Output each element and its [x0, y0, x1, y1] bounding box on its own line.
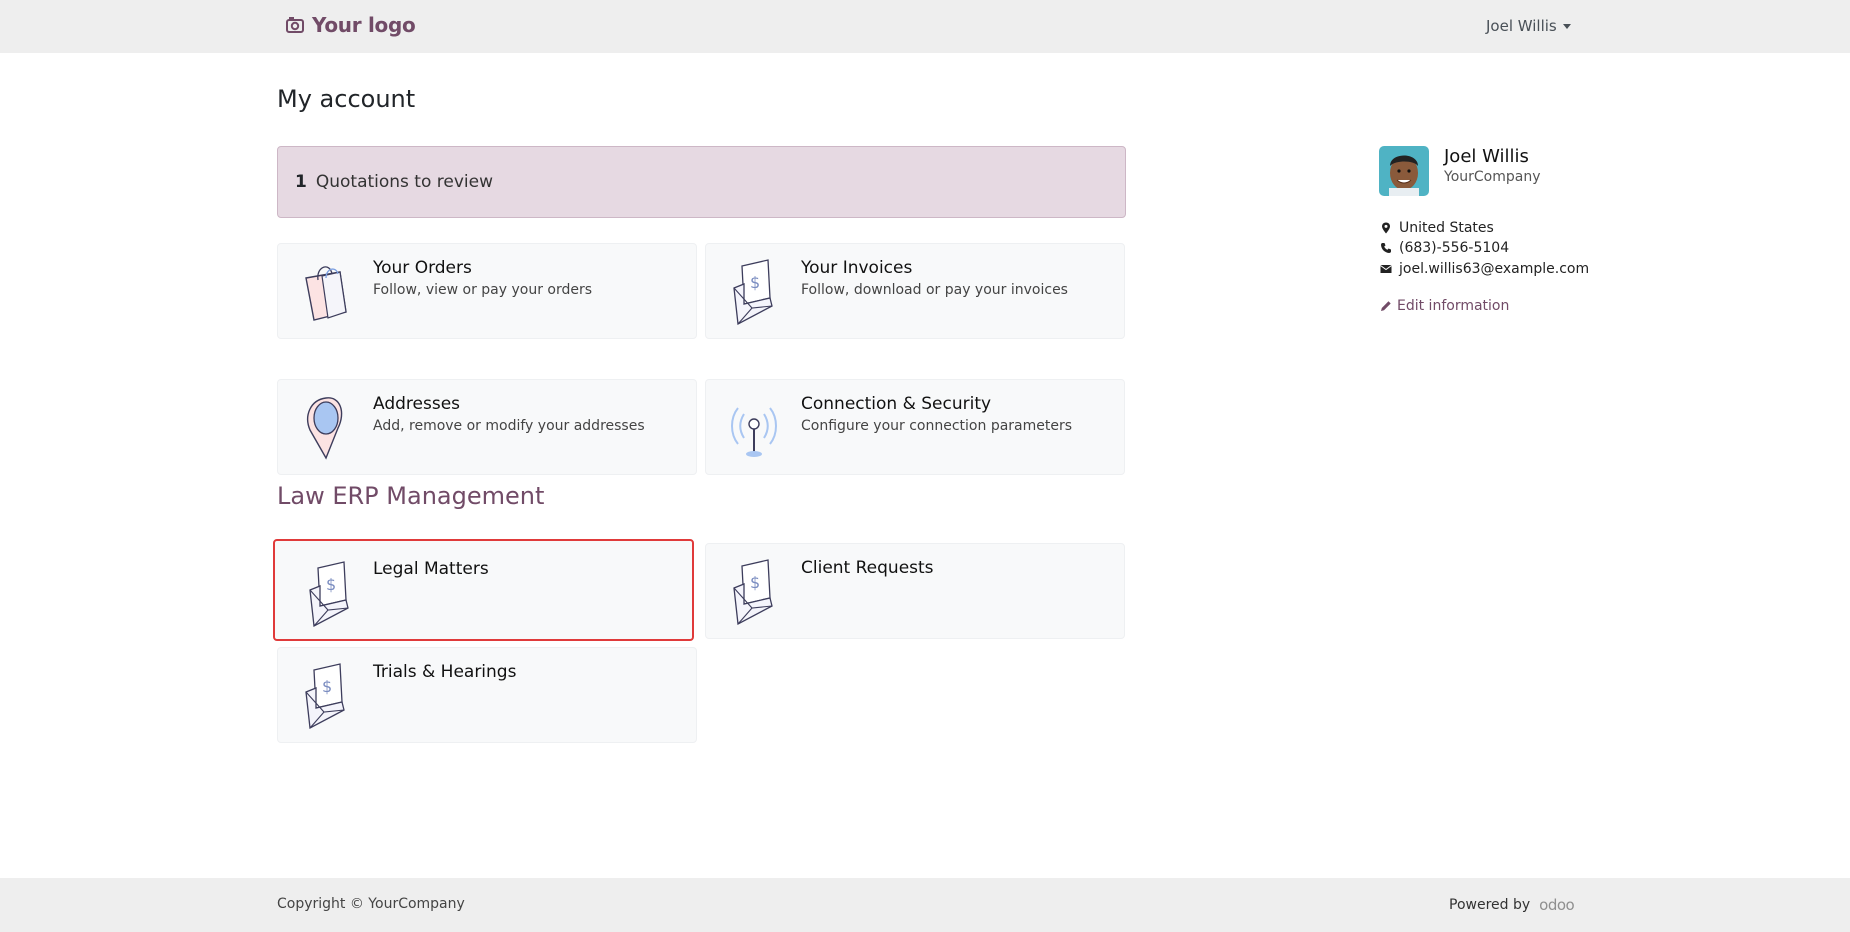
copyright-text: Copyright © YourCompany	[277, 896, 465, 912]
logo-link[interactable]: Your logo	[286, 13, 416, 37]
invoice-envelope-icon: $	[733, 559, 773, 626]
invoice-envelope-icon: $	[309, 561, 349, 628]
profile-phone-row: (683)-556-5104	[1380, 240, 1509, 256]
card-description: Configure your connection parameters	[801, 418, 1073, 434]
avatar	[1379, 146, 1429, 196]
logo-text: Your logo	[312, 13, 416, 37]
card-title: Your Invoices	[801, 258, 913, 278]
pencil-icon	[1381, 301, 1391, 311]
card-description: Follow, download or pay your invoices	[801, 282, 1068, 298]
profile-country-row: United States	[1380, 220, 1494, 236]
envelope-icon	[1380, 265, 1392, 273]
shopping-bag-icon	[305, 266, 347, 321]
profile-email: joel.willis63@example.com	[1399, 261, 1590, 277]
top-navbar: Your logo Joel Willis	[0, 0, 1850, 53]
edit-information-link[interactable]: Edit information	[1380, 298, 1509, 314]
card-description: Add, remove or modify your addresses	[373, 418, 645, 434]
map-marker-icon	[1382, 222, 1390, 234]
page-title: My account	[277, 85, 416, 113]
card-connection-security[interactable]: Connection & Security Configure your con…	[705, 379, 1125, 475]
profile-country: United States	[1399, 220, 1494, 236]
svg-text:$: $	[322, 677, 332, 696]
svg-text:$: $	[750, 273, 760, 292]
edit-information-label: Edit information	[1397, 298, 1510, 314]
user-dropdown[interactable]: Joel Willis	[1486, 17, 1571, 35]
card-legal-matters[interactable]: $ Legal Matters	[273, 539, 694, 641]
quotations-alert[interactable]: 1 Quotations to review	[277, 146, 1126, 218]
alert-text: Quotations to review	[315, 172, 493, 192]
caret-down-icon	[1562, 23, 1571, 29]
card-title: Trials & Hearings	[373, 662, 517, 682]
profile-phone: (683)-556-5104	[1399, 240, 1510, 256]
svg-text:$: $	[750, 573, 760, 592]
invoice-envelope-icon: $	[733, 259, 773, 326]
card-client-requests[interactable]: $ Client Requests	[705, 543, 1125, 639]
alert-count: 1	[295, 172, 307, 192]
card-title: Addresses	[373, 394, 461, 414]
card-addresses[interactable]: Addresses Add, remove or modify your add…	[277, 379, 697, 475]
profile-email-row: joel.willis63@example.com	[1380, 261, 1589, 277]
user-name: Joel Willis	[1486, 17, 1557, 35]
footer: Copyright © YourCompany Powered by odoo	[0, 878, 1850, 932]
powered-by: Powered by odoo	[1449, 896, 1575, 914]
card-title: Legal Matters	[373, 559, 489, 579]
svg-text:$: $	[326, 575, 336, 594]
odoo-logo[interactable]: odoo	[1539, 896, 1575, 914]
card-your-orders[interactable]: Your Orders Follow, view or pay your ord…	[277, 243, 697, 339]
user-portrait-icon	[1379, 146, 1429, 196]
card-title: Your Orders	[373, 258, 472, 278]
card-trials-hearings[interactable]: $ Trials & Hearings	[277, 647, 697, 743]
phone-icon	[1381, 243, 1391, 253]
profile-name: Joel Willis	[1444, 146, 1529, 167]
card-title: Client Requests	[801, 558, 934, 578]
card-description: Follow, view or pay your orders	[373, 282, 593, 298]
card-your-invoices[interactable]: $ Your Invoices Follow, download or pay …	[705, 243, 1125, 339]
profile-company: YourCompany	[1444, 169, 1541, 185]
powered-by-label: Powered by	[1449, 897, 1531, 913]
section-title: Law ERP Management	[277, 482, 545, 510]
invoice-envelope-icon: $	[305, 663, 345, 730]
camera-icon	[286, 17, 304, 33]
card-title: Connection & Security	[801, 394, 992, 414]
map-pin-icon	[307, 397, 343, 460]
antenna-icon	[731, 407, 777, 457]
